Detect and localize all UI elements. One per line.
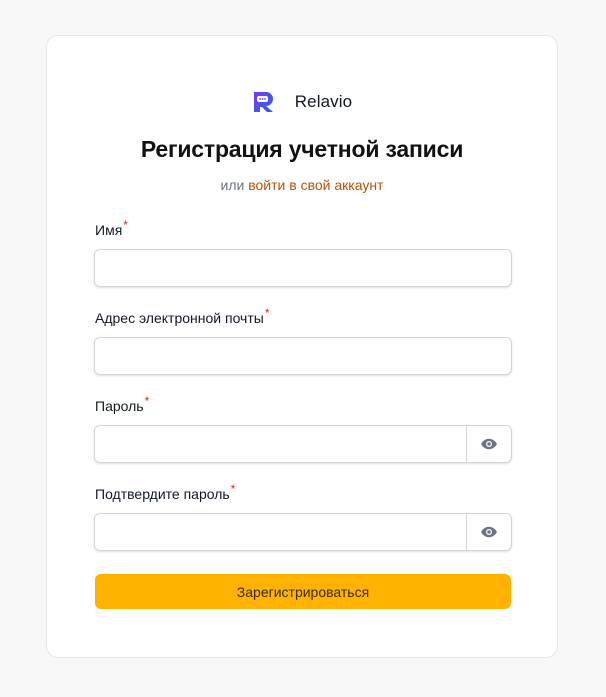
login-link[interactable]: войти в свой аккаунт [248,177,383,193]
password-label: Пароль* [95,395,149,414]
subtitle: или войти в свой аккаунт [47,177,557,193]
password-label-text: Пароль [95,398,144,414]
password-input[interactable] [95,426,466,462]
name-input[interactable] [94,249,512,287]
required-marker: * [144,394,150,409]
confirm-password-field [94,513,512,551]
password-field [94,425,512,463]
page-title: Регистрация учетной записи [140,136,464,162]
subtitle-prefix: или [220,177,245,193]
required-marker: * [230,482,236,497]
email-label: Адрес электронной почты* [95,307,270,326]
name-label-text: Имя [95,222,123,238]
relavio-logo-icon [253,92,273,112]
email-label-text: Адрес электронной почты [95,310,264,326]
confirm-password-visibility-toggle[interactable] [466,514,511,550]
required-marker: * [123,218,128,233]
eye-icon [481,438,497,450]
confirm-password-label-text: Подтвердите пароль [95,486,230,502]
confirm-password-label: Подтвердите пароль* [95,483,235,502]
registration-card: Relavio Регистрация учетной записи или в… [46,35,558,658]
name-label: Имя* [95,219,128,238]
eye-icon [481,526,497,538]
brand: Relavio [47,90,557,114]
password-visibility-toggle[interactable] [466,426,511,462]
confirm-password-input[interactable] [95,514,466,550]
brand-name: Relavio [294,92,353,111]
email-input[interactable] [94,337,512,375]
required-marker: * [264,306,270,321]
register-button[interactable]: Зарегистрироваться [95,574,511,609]
